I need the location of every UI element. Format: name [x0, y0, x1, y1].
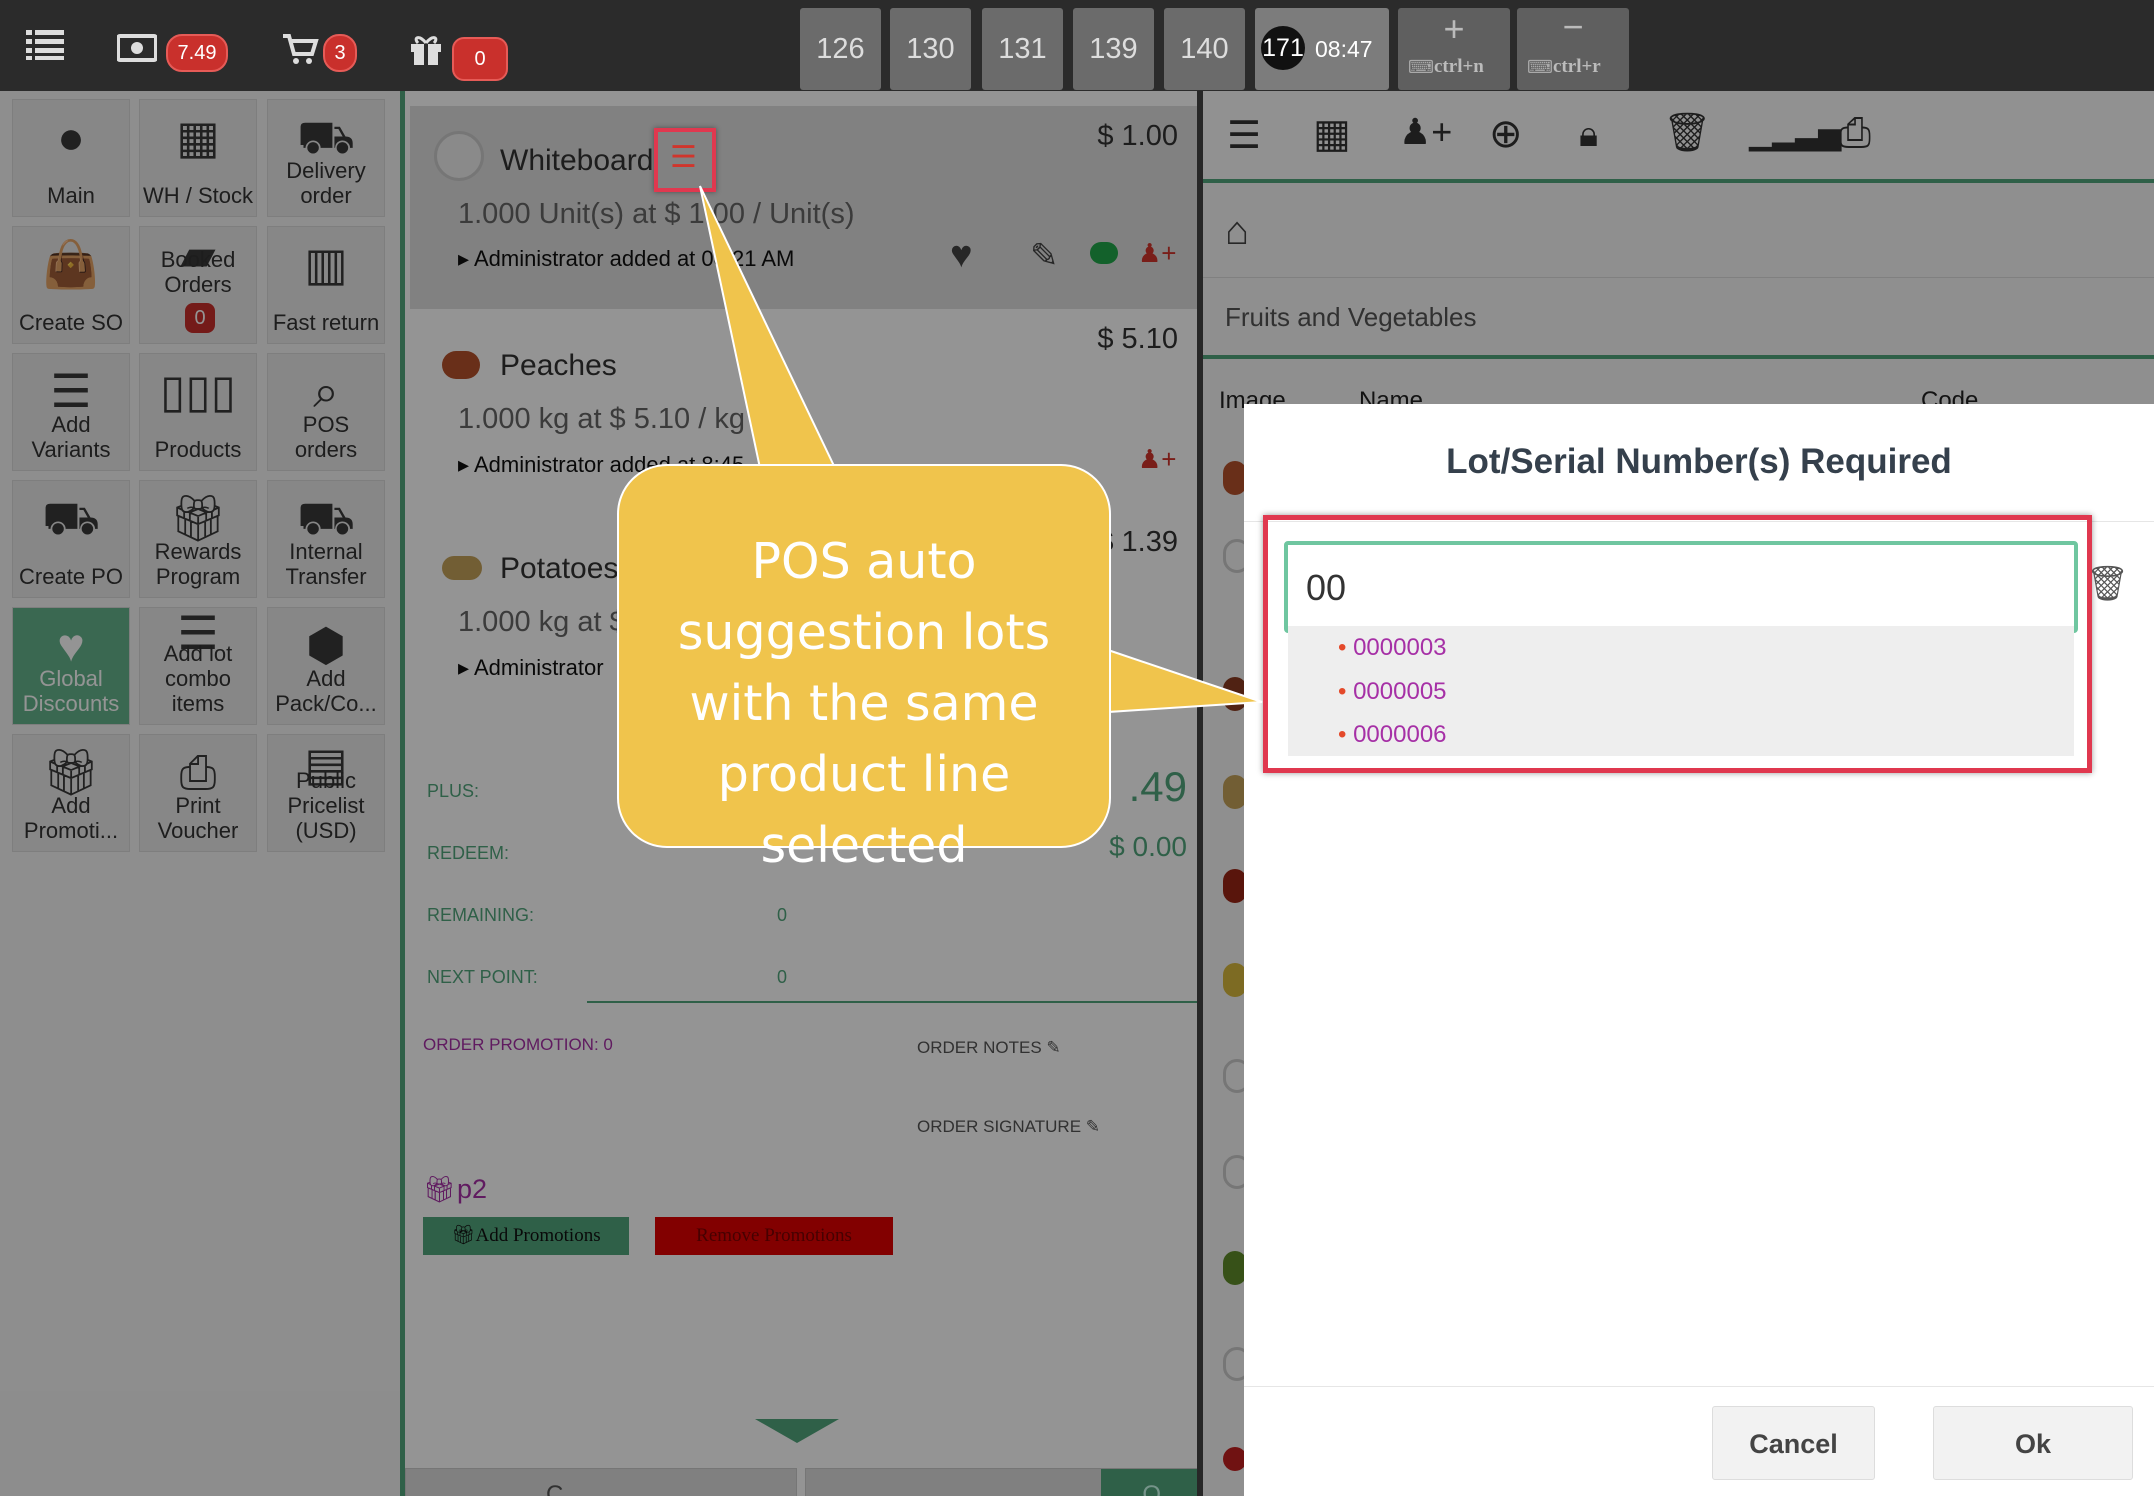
cart-icon[interactable] — [281, 32, 319, 66]
remove-lot-trash-icon[interactable]: 🗑︎ — [2086, 564, 2129, 604]
order-tab-130[interactable]: 130 — [890, 8, 971, 90]
lot-suggestion-item[interactable]: • 0000006 — [1338, 721, 1447, 749]
dialog-header: Lot/Serial Number(s) Required — [1244, 404, 2154, 522]
lot-suggestion-list: • 0000003 • 0000005 • 0000006 — [1288, 626, 2074, 756]
bullet-icon: • — [1338, 721, 1354, 748]
top-bar: 7.49 3 0 126 130 131 139 140 171 08:47 +… — [0, 0, 2154, 91]
order-tab-131[interactable]: 131 — [982, 8, 1063, 90]
menu-list-icon[interactable] — [26, 28, 64, 60]
cart-badge: 3 — [323, 34, 357, 72]
order-tab-139[interactable]: 139 — [1073, 8, 1154, 90]
lot-suggestion-item[interactable]: • 0000005 — [1338, 678, 1447, 706]
lot-list-icon[interactable]: ☰ — [670, 140, 697, 175]
dialog-title: Lot/Serial Number(s) Required — [1446, 442, 1952, 481]
cash-badge: 7.49 — [166, 34, 228, 72]
lot-serial-dialog: Lot/Serial Number(s) Required 00 🗑︎ • 00… — [1244, 404, 2154, 1496]
cash-icon[interactable] — [116, 34, 158, 62]
lot-list-highlight: ☰ — [654, 128, 716, 192]
gift-icon[interactable] — [409, 32, 443, 66]
ok-button[interactable]: Ok — [1933, 1406, 2133, 1480]
remove-order-button[interactable]: − ⌨ ctrl+r — [1517, 6, 1629, 90]
cancel-button[interactable]: Cancel — [1712, 1406, 1875, 1480]
bullet-icon: • — [1338, 634, 1354, 661]
new-order-button[interactable]: + ⌨ ctrl+n — [1398, 8, 1510, 90]
active-order-time: 08:47 — [1315, 36, 1373, 62]
lot-number-input[interactable]: 00 — [1284, 541, 2078, 633]
bullet-icon: • — [1338, 678, 1354, 705]
lot-number-value: 00 — [1306, 567, 1347, 608]
order-tab-140[interactable]: 140 — [1164, 8, 1245, 90]
gift-badge: 0 — [452, 37, 508, 81]
order-tab-126[interactable]: 126 — [800, 8, 881, 90]
order-tab-active[interactable]: 171 08:47 — [1255, 8, 1389, 90]
lot-suggestion-item[interactable]: • 0000003 — [1338, 634, 1447, 662]
annotation-callout: POS auto suggestion lots with the same p… — [617, 464, 1111, 874]
active-order-number: 171 — [1261, 26, 1305, 70]
